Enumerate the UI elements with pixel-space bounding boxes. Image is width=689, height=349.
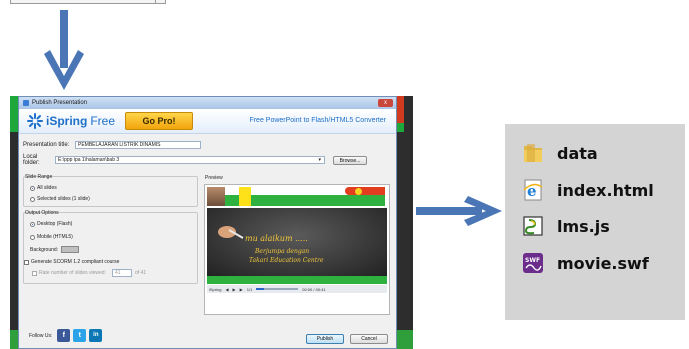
output-options-title: Output Options — [25, 210, 59, 216]
follow-us: Follow Us: f t in — [29, 329, 103, 342]
brand-edition: Free — [90, 114, 116, 128]
checkbox-icon — [32, 270, 37, 276]
scorm-checkbox[interactable]: Generate SCORM 1.2 compliant course — [24, 259, 119, 265]
go-pro-button[interactable]: Go Pro! — [125, 112, 194, 130]
ispring-logo: iSpring Free — [27, 113, 115, 129]
output-files-panel: data e index.html lms.js SWF movie.swf — [505, 124, 685, 320]
progress-bar[interactable] — [256, 288, 299, 290]
file-index-html[interactable]: e index.html — [522, 179, 654, 201]
player-controls: iSpring ◀ ▶ ▶ 1/1 00:00 / 00:41 — [207, 285, 387, 293]
mobile-html5-option[interactable]: Mobile (HTML5) — [30, 234, 73, 240]
dialog-title: Publish Presentation — [32, 100, 88, 106]
desktop-flash-option[interactable]: Desktop (Flash) — [30, 221, 72, 227]
radio-icon — [30, 221, 35, 227]
player-brand: iSpring — [209, 286, 222, 292]
preview-pane: mu alaikum ..... Berjumpa dengan Takari … — [204, 184, 390, 315]
background-row: Background: — [30, 246, 80, 253]
close-button[interactable]: x — [378, 99, 393, 107]
cancel-button[interactable]: Cancel — [350, 334, 388, 344]
slide-counter: 1/1 — [246, 286, 253, 292]
preview-title: Preview — [205, 175, 223, 181]
preview-greeting: mu alaikum ..... — [245, 234, 308, 243]
dialog-titlebar: Publish Presentation x — [19, 97, 396, 109]
next-icon[interactable]: ▶ — [240, 287, 243, 292]
brand-name: iSpring — [46, 114, 88, 128]
preview-photo — [207, 187, 225, 206]
cropped-window-edge — [10, 0, 166, 4]
output-options-group: Output Options Desktop (Flash) Mobile (H… — [23, 210, 198, 284]
preview-slide: mu alaikum ..... Berjumpa dengan Takari … — [207, 208, 387, 276]
presentation-title-input[interactable]: PEMBELAJARAN LISTRIK DINAMIS — [75, 141, 201, 149]
slide-range-group: Slide Range All slides Selected slides (… — [23, 174, 198, 207]
linkedin-icon[interactable]: in — [89, 329, 103, 342]
brand-header: iSpring Free Go Pro! Free PowerPoint to … — [19, 109, 396, 134]
publish-button[interactable]: Publish — [306, 334, 344, 344]
down-arrow-icon — [44, 10, 84, 90]
slide-range-title: Slide Range — [25, 174, 53, 180]
radio-icon — [30, 196, 35, 202]
rate-slides-input[interactable]: 41 — [111, 269, 132, 277]
radio-icon — [30, 234, 35, 240]
app-icon — [23, 100, 29, 106]
preview-line3: Takari Education Centre — [249, 257, 324, 264]
tagline: Free PowerPoint to Flash/HTML5 Converter — [249, 117, 386, 124]
all-slides-option[interactable]: All slides — [30, 185, 57, 191]
local-folder-select[interactable]: E:\ppp ipa 1\halaman\bab 3 ▾ — [55, 156, 325, 164]
player-time: 00:00 / 00:41 — [302, 286, 326, 292]
file-data[interactable]: data — [522, 142, 598, 164]
selected-slides-option[interactable]: Selected slides (1 slide) — [30, 196, 90, 202]
follow-label: Follow Us: — [29, 332, 53, 339]
facebook-icon[interactable]: f — [57, 329, 71, 342]
ie-html-icon: e — [523, 179, 543, 201]
screenshot-canvas: Publish Presentation x iSpring Free Go P… — [0, 0, 689, 349]
chevron-down-icon: ▾ — [318, 157, 321, 163]
publish-dialog: Publish Presentation x iSpring Free Go P… — [18, 96, 397, 349]
right-arrow-icon — [416, 196, 502, 226]
ispring-burst-icon — [27, 113, 43, 129]
browse-button[interactable]: Browse... — [333, 155, 367, 165]
hand-pen-icon — [218, 226, 244, 239]
play-icon[interactable]: ▶ — [233, 287, 236, 292]
svg-text:SWF: SWF — [525, 257, 540, 264]
folder-icon — [524, 144, 542, 162]
swf-icon: SWF — [523, 253, 543, 273]
local-folder-label: Local folder: — [23, 154, 40, 166]
file-lms-js[interactable]: lms.js — [522, 215, 610, 237]
radio-icon — [30, 185, 35, 191]
twitter-icon[interactable]: t — [73, 329, 87, 342]
checkbox-icon — [24, 259, 29, 265]
background-color-swatch[interactable] — [61, 246, 80, 253]
js-script-icon — [523, 216, 543, 236]
prev-icon[interactable]: ◀ — [225, 287, 228, 292]
preview-line2: Berjumpa dengan — [255, 248, 310, 255]
file-movie-swf[interactable]: SWF movie.swf — [522, 252, 649, 274]
presentation-title-label: Presentation title: — [23, 142, 70, 148]
rate-slides-row: Rate number of slides viewed: 41 of 41 — [32, 269, 146, 277]
